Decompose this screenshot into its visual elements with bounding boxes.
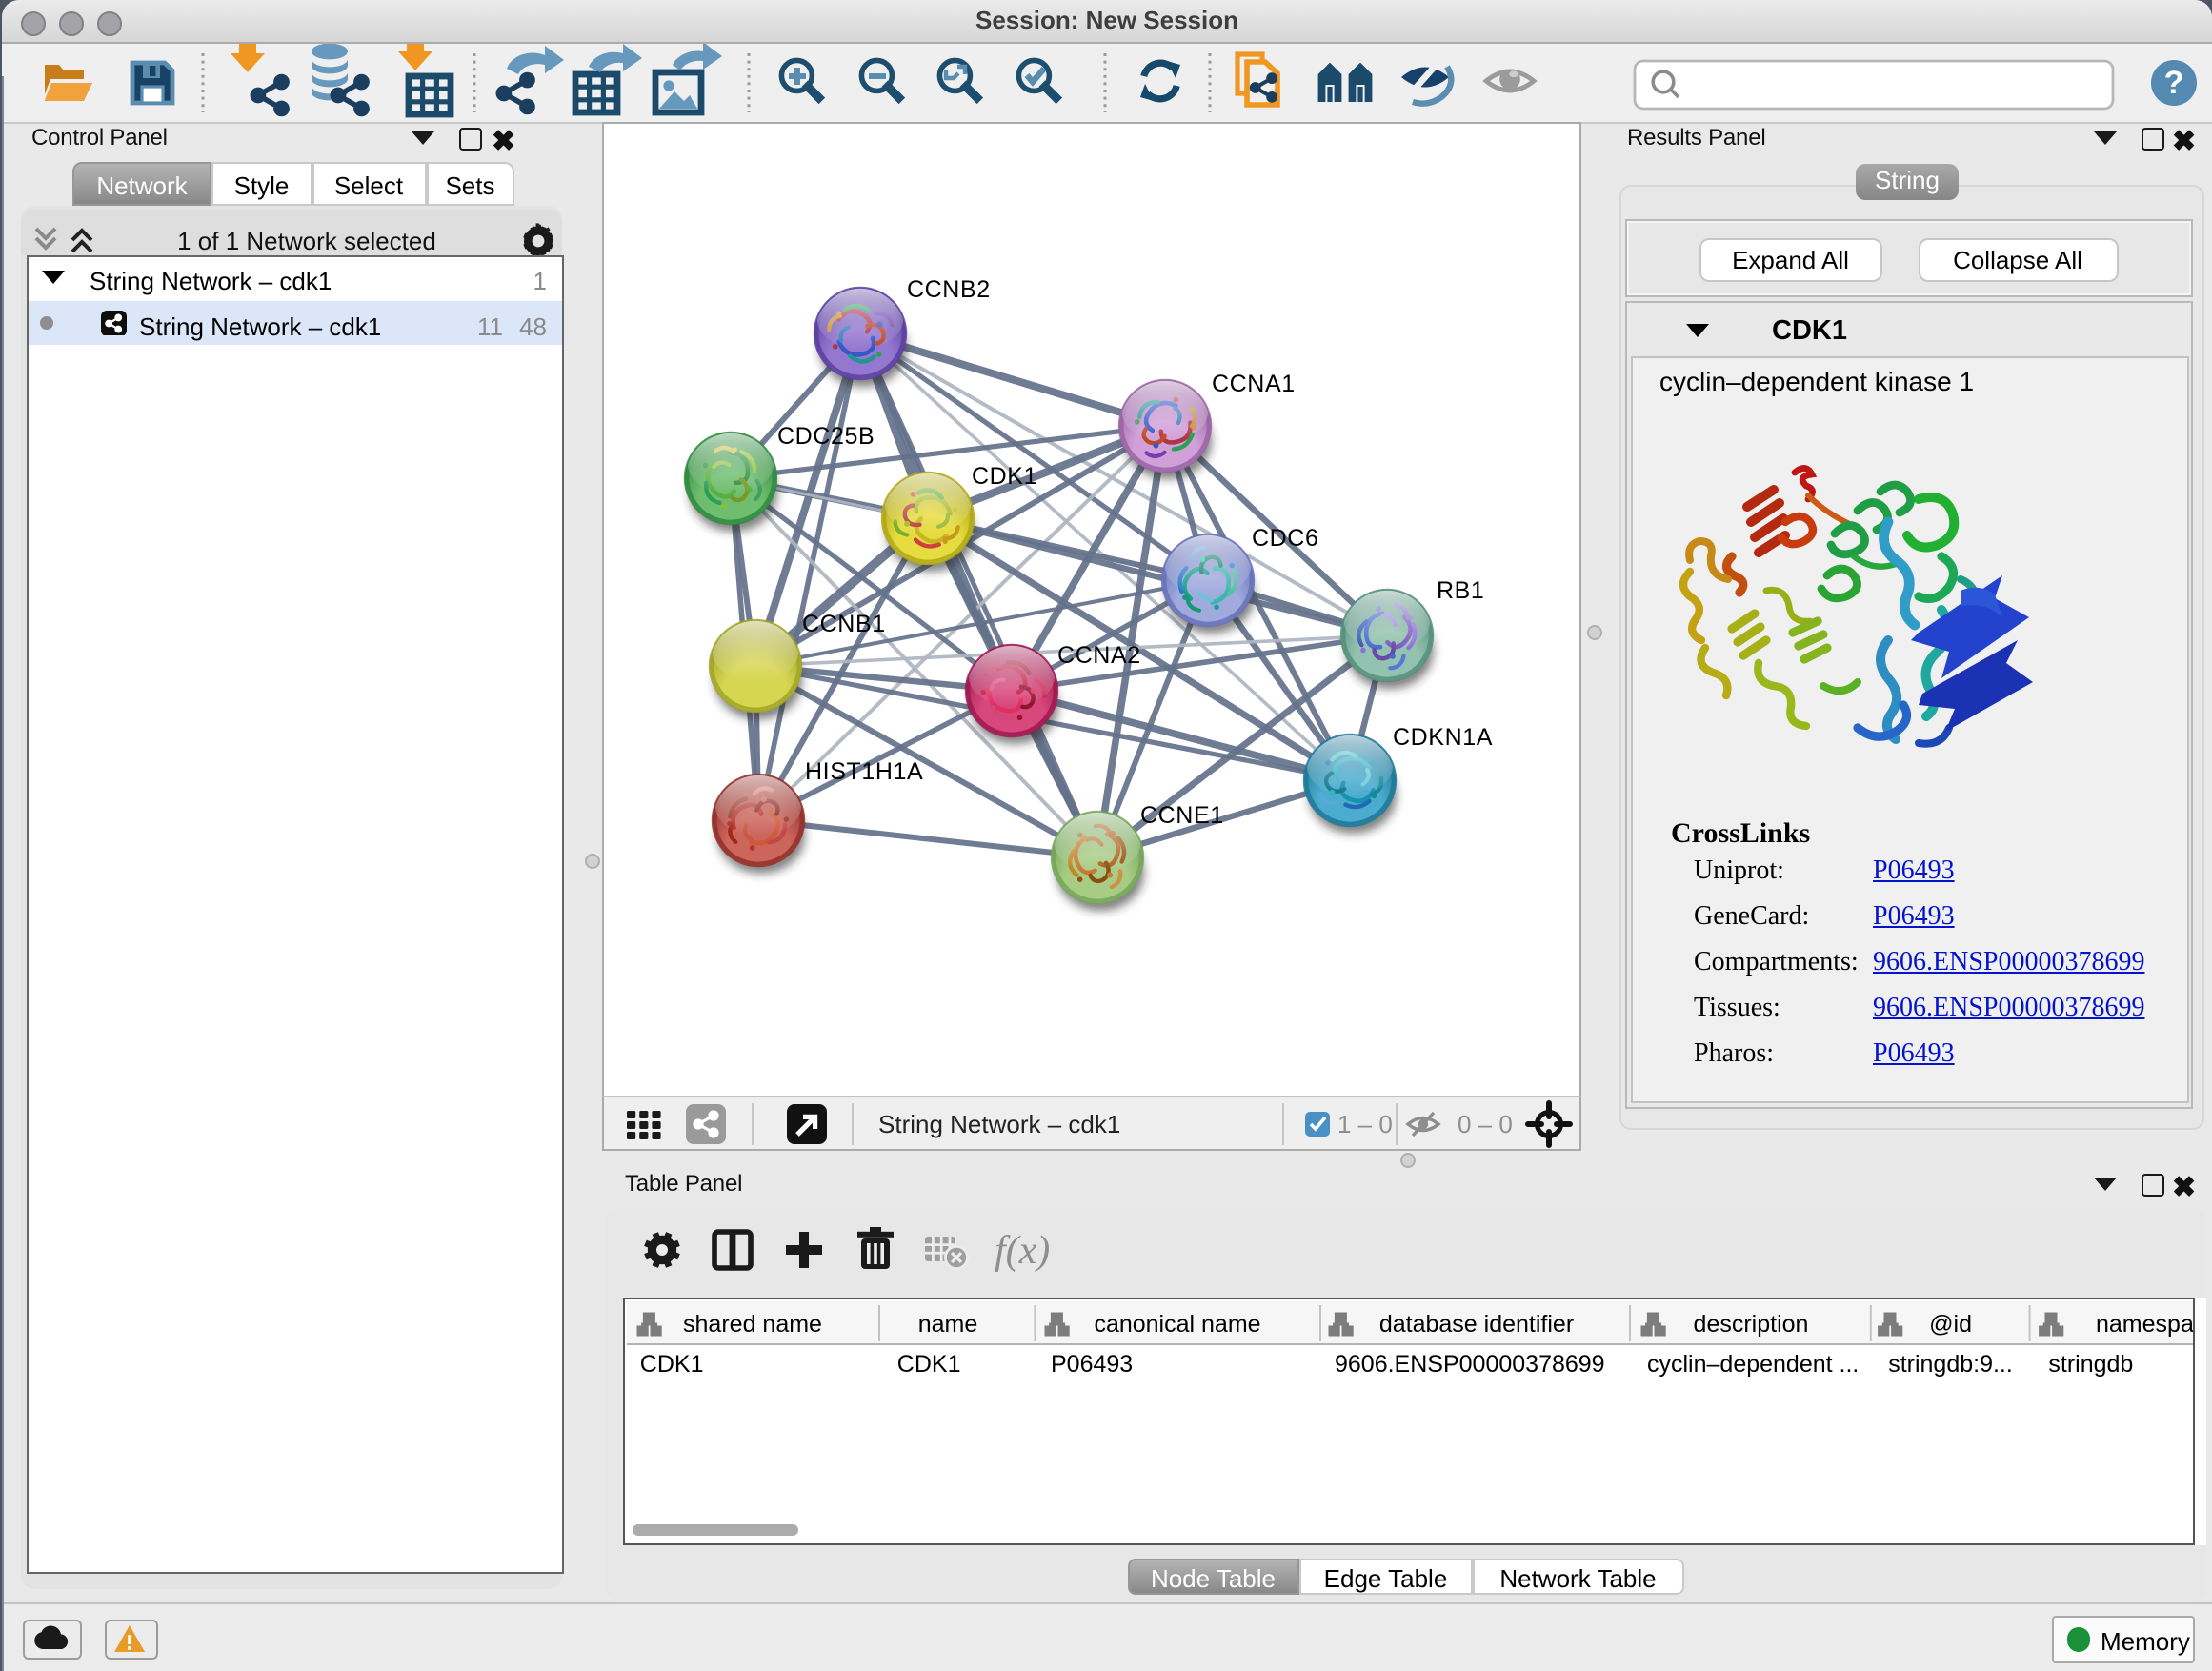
svg-text:HIST1H1A: HIST1H1A — [805, 758, 923, 785]
svg-text:CDC6: CDC6 — [1252, 525, 1318, 552]
svg-text:9606.ENSP00000378699: 9606.ENSP00000378699 — [1334, 1350, 1604, 1377]
svg-text:CDC25B: CDC25B — [777, 423, 875, 450]
svg-text:CDKN1A: CDKN1A — [1393, 724, 1493, 751]
svg-text:CDK1: CDK1 — [639, 1350, 703, 1377]
svg-text:stringdb:9...: stringdb:9... — [1887, 1350, 2012, 1377]
svg-text:1 – 0: 1 – 0 — [1337, 1109, 1393, 1137]
svg-text:CCNB2: CCNB2 — [907, 276, 991, 303]
svg-text:CCNA2: CCNA2 — [1057, 642, 1141, 669]
svg-text:canonical name: canonical name — [1093, 1310, 1259, 1337]
svg-text:@id: @id — [1928, 1310, 1971, 1337]
svg-text:0 – 0: 0 – 0 — [1458, 1109, 1513, 1137]
svg-text:cyclin–dependent ...: cyclin–dependent ... — [1646, 1350, 1858, 1377]
svg-text:CCNE1: CCNE1 — [1140, 802, 1224, 829]
svg-text:?: ? — [2164, 65, 2184, 101]
svg-text:name: name — [917, 1310, 977, 1337]
svg-text:database identifier: database identifier — [1378, 1310, 1573, 1337]
svg-text:CDK1: CDK1 — [896, 1350, 960, 1377]
svg-text:CCNA1: CCNA1 — [1212, 371, 1296, 397]
svg-text:P06493: P06493 — [1050, 1350, 1132, 1377]
svg-text:shared name: shared name — [682, 1310, 821, 1337]
svg-text:CCNB1: CCNB1 — [802, 611, 886, 637]
svg-text:CDK1: CDK1 — [972, 463, 1037, 490]
svg-text:description: description — [1693, 1310, 1808, 1337]
svg-text:f(x): f(x) — [995, 1229, 1050, 1273]
svg-text:namespace: namespace — [2095, 1310, 2192, 1337]
svg-text:String Network – cdk1: String Network – cdk1 — [878, 1109, 1120, 1137]
svg-text:stringdb: stringdb — [2047, 1350, 2132, 1377]
svg-text:RB1: RB1 — [1437, 577, 1484, 604]
